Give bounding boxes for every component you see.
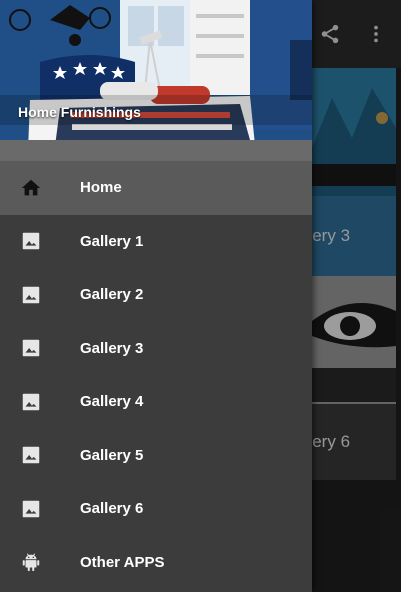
menu-item-label: Gallery 3 <box>80 339 144 357</box>
menu-item-gallery-2[interactable]: Gallery 2 <box>0 268 312 322</box>
menu-item-label: Gallery 5 <box>80 446 144 464</box>
menu-item-label: Other APPS <box>80 553 165 571</box>
drawer-scrim[interactable] <box>312 0 401 592</box>
drawer-header-title: Home Furnishings <box>18 104 141 120</box>
image-icon <box>20 391 42 413</box>
android-icon <box>20 551 42 573</box>
menu-item-label: Gallery 4 <box>80 393 144 411</box>
menu-item-label: Gallery 2 <box>80 286 144 304</box>
menu-item-other-apps[interactable]: Other APPS <box>0 536 312 590</box>
image-icon <box>20 444 42 466</box>
menu-item-gallery-4[interactable]: Gallery 4 <box>0 375 312 429</box>
image-icon <box>20 230 42 252</box>
image-icon <box>20 284 42 306</box>
home-icon <box>20 177 42 199</box>
menu-item-gallery-5[interactable]: Gallery 5 <box>0 429 312 483</box>
drawer-header: Home Furnishings <box>0 0 312 161</box>
image-icon <box>20 498 42 520</box>
menu-item-gallery-1[interactable]: Gallery 1 <box>0 215 312 269</box>
drawer-menu: Home Gallery 1 Gallery 2 Gallery 3 Galle… <box>0 161 312 589</box>
menu-item-label: Gallery 1 <box>80 232 144 250</box>
menu-item-label: Home <box>80 179 122 197</box>
screen: Gallery 3 Gallery 6 <box>0 0 401 592</box>
navigation-drawer: Home Furnishings Home Gallery 1 Gallery … <box>0 0 312 592</box>
menu-item-gallery-3[interactable]: Gallery 3 <box>0 322 312 376</box>
menu-item-home[interactable]: Home <box>0 161 312 215</box>
menu-item-gallery-6[interactable]: Gallery 6 <box>0 482 312 536</box>
header-bedroom-image <box>0 0 312 161</box>
image-icon <box>20 337 42 359</box>
menu-item-label: Gallery 6 <box>80 500 144 518</box>
